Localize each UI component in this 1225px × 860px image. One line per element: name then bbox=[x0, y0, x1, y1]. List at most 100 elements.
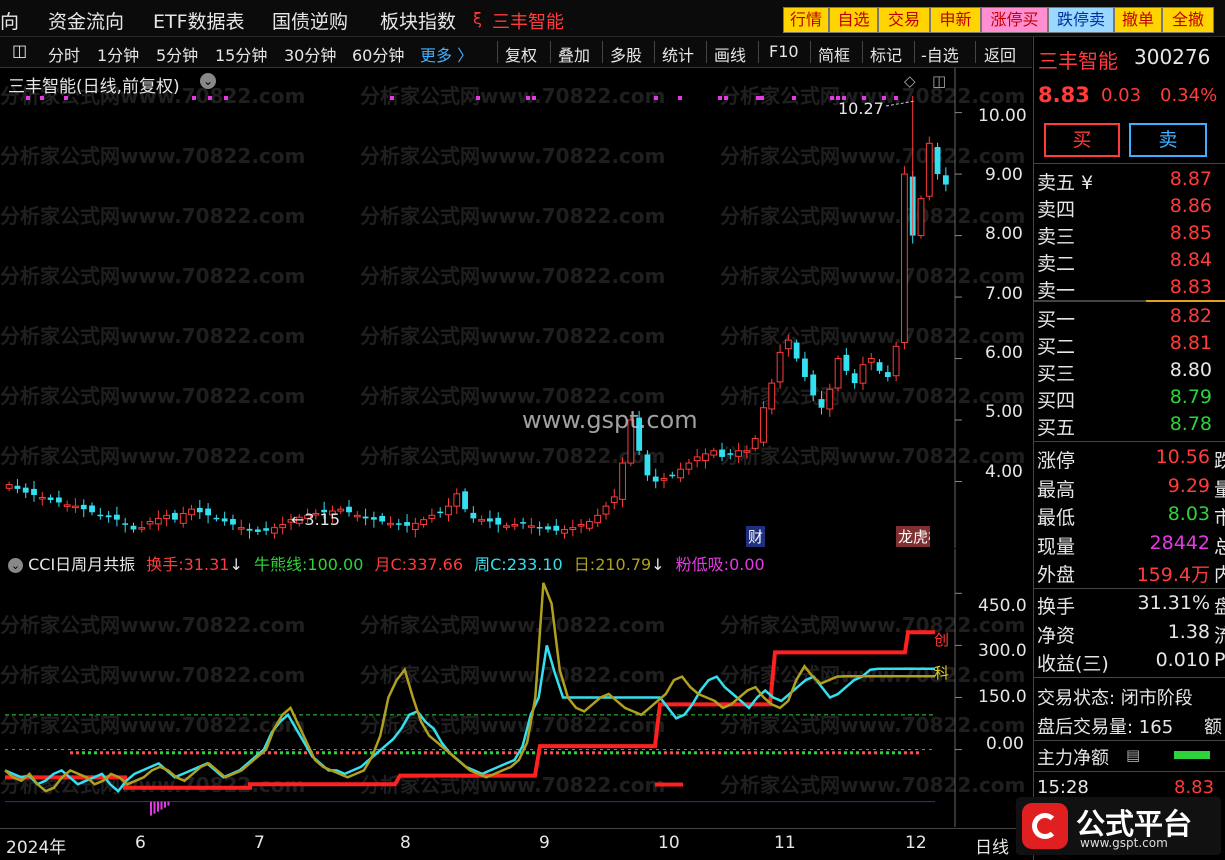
signal-dot-row bbox=[496, 751, 499, 755]
stat2-suffix: 流 bbox=[1214, 624, 1225, 647]
signal-dot-row bbox=[268, 751, 271, 755]
ask-level-price[interactable]: 8.84 bbox=[1170, 249, 1212, 271]
period-15min[interactable]: 15分钟 bbox=[215, 42, 267, 66]
menu-current-stock[interactable]: 三丰智能 bbox=[492, 8, 564, 34]
period-5min[interactable]: 5分钟 bbox=[156, 42, 198, 66]
overlay-button[interactable]: 叠加 bbox=[558, 42, 590, 66]
signal-dot-row bbox=[802, 751, 805, 755]
candle-body bbox=[163, 514, 171, 519]
trade-status: 交易状态: 闭市阶段 bbox=[1037, 688, 1193, 709]
draw-line-button[interactable]: 画线 bbox=[714, 42, 746, 66]
signal-dot-row bbox=[628, 751, 631, 755]
signal-dot-row bbox=[118, 751, 121, 755]
financial-report-tag[interactable]: 财 bbox=[746, 526, 766, 547]
ask-level-price[interactable]: 8.87 bbox=[1170, 168, 1212, 190]
bid-level-price[interactable]: 8.80 bbox=[1170, 359, 1212, 381]
period-label[interactable]: 日线 bbox=[975, 833, 1009, 858]
cci-header: ⌄ CCI日周月共振 换手:31.31↓ 牛熊线:100.00 月C:337.6… bbox=[8, 551, 765, 575]
ask-level-price[interactable]: 8.85 bbox=[1170, 222, 1212, 244]
candle-body bbox=[188, 508, 195, 516]
down-arrow-icon: ↓ bbox=[229, 555, 243, 574]
stat-value: 28442 bbox=[1149, 531, 1210, 554]
signal-dot-row bbox=[436, 751, 439, 755]
back-button[interactable]: 返回 bbox=[984, 42, 1016, 66]
layout-toggle-icon[interactable]: ◫ bbox=[12, 41, 27, 60]
signal-dot-row bbox=[178, 751, 181, 755]
dropdown-icon[interactable]: ⌄ bbox=[200, 73, 216, 89]
quick-button-3[interactable]: 申新 bbox=[930, 7, 981, 33]
signal-dot-row bbox=[652, 751, 655, 755]
stat-label: 最低 bbox=[1037, 507, 1076, 529]
candle-body bbox=[843, 354, 850, 371]
bid-level-price[interactable]: 8.78 bbox=[1170, 413, 1212, 435]
panel-change: 0.03 bbox=[1101, 85, 1142, 106]
quick-button-5[interactable]: 跌停卖 bbox=[1048, 7, 1114, 33]
remove-watchlist-button[interactable]: -自选 bbox=[921, 42, 959, 66]
menu-item-flow-partial[interactable]: 向 bbox=[0, 7, 19, 34]
signal-dot-row bbox=[742, 751, 745, 755]
signal-dot-row bbox=[898, 751, 901, 755]
stat2-label: 换手 bbox=[1037, 596, 1076, 618]
kline-chart[interactable]: 三丰智能(日线,前复权) ⌄ ◇ ◫ 10.27 ←3.15 财 龙虎榜 www… bbox=[0, 68, 1032, 548]
signal-dot-row bbox=[694, 751, 697, 755]
tick-time: 15:28 bbox=[1037, 777, 1089, 798]
ask-level-price[interactable]: 8.86 bbox=[1170, 195, 1212, 217]
quick-button-4[interactable]: 涨停买 bbox=[981, 7, 1048, 33]
bid-level-price[interactable]: 8.81 bbox=[1170, 332, 1212, 354]
signal-dot-row bbox=[502, 751, 505, 755]
signal-dot-row bbox=[286, 751, 289, 755]
cci-canvas bbox=[4, 549, 962, 827]
cci-series-line bbox=[5, 630, 935, 790]
candle-body bbox=[793, 342, 800, 359]
x-axis-label: 12 bbox=[905, 833, 927, 853]
ask-level-price[interactable]: 8.83 bbox=[1170, 276, 1212, 298]
bid-level-label: 买四 bbox=[1037, 390, 1076, 412]
quick-button-0[interactable]: 行情 bbox=[783, 7, 829, 33]
quick-button-7[interactable]: 全撤 bbox=[1162, 7, 1214, 33]
signal-dot bbox=[756, 96, 760, 100]
quick-button-1[interactable]: 自选 bbox=[829, 7, 878, 33]
signal-dot-row bbox=[892, 751, 895, 755]
buy-button[interactable]: 买 bbox=[1044, 123, 1120, 157]
multi-stock-button[interactable]: 多股 bbox=[610, 42, 642, 66]
quick-button-2[interactable]: 交易 bbox=[878, 7, 930, 33]
candle-body bbox=[743, 450, 751, 453]
menu-item-repo[interactable]: 国债逆购 bbox=[272, 7, 348, 34]
sell-button[interactable]: 卖 bbox=[1129, 123, 1207, 157]
mark-button[interactable]: 标记 bbox=[870, 42, 902, 66]
after-hours-suffix: 额 bbox=[1204, 717, 1222, 738]
adjust-button[interactable]: 复权 bbox=[505, 42, 537, 66]
panel-toggle-icon[interactable]: ◫ bbox=[932, 72, 946, 90]
period-30min[interactable]: 30分钟 bbox=[284, 42, 336, 66]
bid-level-price[interactable]: 8.82 bbox=[1170, 305, 1212, 327]
period-more-button[interactable]: 更多 〉 bbox=[420, 42, 473, 66]
candle-body bbox=[826, 388, 834, 410]
period-intraday[interactable]: 分时 bbox=[48, 42, 80, 66]
f10-button[interactable]: F10 bbox=[769, 42, 799, 61]
diamond-icon[interactable]: ◇ bbox=[904, 72, 916, 90]
signal-dot bbox=[724, 96, 728, 100]
signal-dot-row bbox=[244, 751, 247, 755]
period-1min[interactable]: 1分钟 bbox=[97, 42, 139, 66]
signal-dot-row bbox=[88, 751, 91, 755]
candle-body bbox=[271, 527, 278, 534]
simple-frame-button[interactable]: 简框 bbox=[818, 42, 850, 66]
list-icon[interactable]: ▤ bbox=[1126, 746, 1140, 764]
signal-dot-row bbox=[94, 751, 97, 755]
signal-dot-row bbox=[664, 751, 667, 755]
dragon-tiger-tag[interactable]: 龙虎榜 bbox=[896, 526, 930, 547]
period-60min[interactable]: 60分钟 bbox=[352, 42, 404, 66]
quick-button-6[interactable]: 撤单 bbox=[1114, 7, 1162, 33]
panel-change-pct: 0.34% bbox=[1160, 85, 1218, 106]
signal-dot-row bbox=[142, 751, 145, 755]
cci-dropdown-icon[interactable]: ⌄ bbox=[8, 558, 23, 573]
menu-item-capital-flow[interactable]: 资金流向 bbox=[48, 7, 124, 34]
candle-body bbox=[89, 505, 95, 513]
menu-item-etf[interactable]: ETF数据表 bbox=[153, 7, 245, 34]
bid-level-price[interactable]: 8.79 bbox=[1170, 386, 1212, 408]
pink-low-bar bbox=[153, 801, 156, 814]
signal-dot-row bbox=[442, 751, 445, 755]
menu-item-sector-index[interactable]: 板块指数 bbox=[380, 7, 456, 34]
statistics-button[interactable]: 统计 bbox=[662, 42, 694, 66]
cci-indicator-chart[interactable]: ⌄ CCI日周月共振 换手:31.31↓ 牛熊线:100.00 月C:337.6… bbox=[0, 549, 1032, 827]
